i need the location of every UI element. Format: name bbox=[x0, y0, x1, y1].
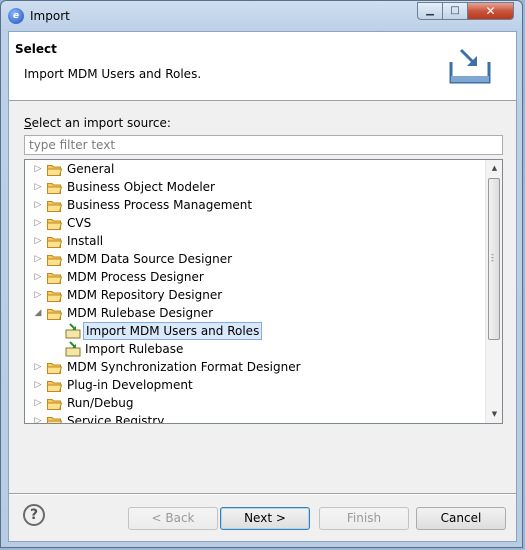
tree-category-row[interactable]: ▷ Business Object Modeler bbox=[25, 178, 485, 196]
tree-item-label: MDM Process Designer bbox=[67, 270, 204, 284]
tree-item-label: Business Object Modeler bbox=[67, 180, 215, 194]
window-title: Import bbox=[30, 9, 70, 23]
folder-icon bbox=[47, 361, 63, 374]
back-button[interactable]: < Back bbox=[128, 507, 218, 530]
next-button[interactable]: Next > bbox=[220, 507, 310, 530]
filter-input[interactable] bbox=[24, 135, 503, 155]
import-source-label: Select an import source: bbox=[24, 116, 171, 130]
tree-rows: ▷ General ▷ Business Object Modeler ▷ Busines… bbox=[25, 160, 485, 424]
import-source-tree[interactable]: ▷ General ▷ Business Object Modeler ▷ Busines… bbox=[24, 159, 503, 424]
scrollbar-thumb[interactable]: --- bbox=[488, 178, 500, 340]
tree-vertical-scrollbar[interactable]: ▲ --- ▼ bbox=[485, 160, 502, 423]
page-title: Select bbox=[15, 42, 57, 56]
tree-category-row[interactable]: ▷ MDM Synchronization Format Designer bbox=[25, 358, 485, 376]
collapsed-arrow-icon[interactable]: ▷ bbox=[33, 286, 43, 304]
folder-icon bbox=[47, 415, 63, 423]
collapsed-arrow-icon[interactable]: ▷ bbox=[33, 358, 43, 376]
title-bar[interactable]: e Import ▁ □ ✕ bbox=[1, 1, 524, 31]
folder-icon bbox=[47, 181, 63, 194]
scroll-up-arrow-icon[interactable]: ▲ bbox=[486, 160, 502, 177]
page-description: Import MDM Users and Roles. bbox=[24, 67, 202, 81]
import-wizard-icon bbox=[65, 341, 81, 357]
tree-item-label: Plug-in Development bbox=[67, 378, 193, 392]
folder-icon bbox=[47, 217, 63, 230]
help-button[interactable]: ? bbox=[23, 504, 45, 526]
folder-icon bbox=[47, 307, 63, 320]
scrollbar-grip-icon: --- bbox=[491, 250, 494, 265]
collapsed-arrow-icon[interactable]: ▷ bbox=[33, 412, 43, 423]
scroll-down-arrow-icon[interactable]: ▼ bbox=[486, 406, 502, 423]
collapsed-arrow-icon[interactable]: ▷ bbox=[33, 268, 43, 286]
tree-category-row[interactable]: ▷ MDM Process Designer bbox=[25, 268, 485, 286]
collapsed-arrow-icon[interactable]: ▷ bbox=[33, 232, 43, 250]
close-button[interactable]: ✕ bbox=[467, 2, 514, 20]
collapsed-arrow-icon[interactable]: ▷ bbox=[33, 178, 43, 196]
tree-item-label: MDM Rulebase Designer bbox=[67, 306, 214, 320]
folder-icon bbox=[47, 397, 63, 410]
tree-category-row[interactable]: ▷ CVS bbox=[25, 214, 485, 232]
folder-icon bbox=[47, 235, 63, 248]
tree-category-row[interactable]: ▷ Install bbox=[25, 232, 485, 250]
tree-category-row[interactable]: ▷ MDM Repository Designer bbox=[25, 286, 485, 304]
import-banner-icon bbox=[449, 48, 491, 84]
wizard-header: Select Import MDM Users and Roles. bbox=[9, 32, 516, 101]
tree-item-label: MDM Synchronization Format Designer bbox=[67, 360, 301, 374]
tree-item-label: Import MDM Users and Roles bbox=[83, 322, 263, 340]
tree-category-row[interactable]: ◢ MDM Rulebase Designer bbox=[25, 304, 485, 322]
tree-category-row[interactable]: ▷ MDM Data Source Designer bbox=[25, 250, 485, 268]
tree-wizard-row[interactable]: Import Rulebase bbox=[25, 340, 485, 358]
tree-item-label: MDM Data Source Designer bbox=[67, 252, 233, 266]
folder-icon bbox=[47, 271, 63, 284]
footer-divider bbox=[9, 493, 516, 495]
collapsed-arrow-icon[interactable]: ▷ bbox=[33, 214, 43, 232]
dialog-client-area: Select Import MDM Users and Roles. Selec… bbox=[8, 31, 517, 542]
expanded-arrow-icon[interactable]: ◢ bbox=[33, 304, 43, 322]
tree-item-label: General bbox=[67, 162, 115, 176]
folder-icon bbox=[47, 199, 63, 212]
folder-icon bbox=[47, 163, 63, 176]
tree-item-label: Install bbox=[67, 234, 104, 248]
tree-category-row[interactable]: ▷ Service Registry bbox=[25, 412, 485, 424]
tree-item-label: Import Rulebase bbox=[85, 342, 184, 356]
collapsed-arrow-icon[interactable]: ▷ bbox=[33, 160, 43, 178]
tree-item-label: Service Registry bbox=[67, 414, 165, 424]
minimize-button[interactable]: ▁ bbox=[417, 2, 443, 20]
tree-item-label: CVS bbox=[67, 216, 92, 230]
maximize-button[interactable]: □ bbox=[442, 2, 468, 20]
mnemonic-char: S bbox=[24, 116, 32, 130]
folder-icon bbox=[47, 379, 63, 392]
folder-icon bbox=[47, 289, 63, 302]
tree-item-label: Run/Debug bbox=[67, 396, 134, 410]
tree-item-label: Business Process Management bbox=[67, 198, 253, 212]
cancel-button[interactable]: Cancel bbox=[416, 507, 506, 530]
collapsed-arrow-icon[interactable]: ▷ bbox=[33, 394, 43, 412]
folder-icon bbox=[47, 253, 63, 266]
import-wizard-icon bbox=[65, 323, 81, 339]
tree-category-row[interactable]: ▷ Plug-in Development bbox=[25, 376, 485, 394]
import-dialog-window: e Import ▁ □ ✕ Select Import MDM Users a… bbox=[0, 0, 523, 548]
tree-item-label: MDM Repository Designer bbox=[67, 288, 223, 302]
app-icon: e bbox=[8, 8, 24, 24]
collapsed-arrow-icon[interactable]: ▷ bbox=[33, 250, 43, 268]
import-source-label-text: elect an import source: bbox=[31, 116, 171, 130]
tree-category-row[interactable]: ▷ General bbox=[25, 160, 485, 178]
tree-category-row[interactable]: ▷ Business Process Management bbox=[25, 196, 485, 214]
collapsed-arrow-icon[interactable]: ▷ bbox=[33, 196, 43, 214]
tree-wizard-row[interactable]: Import MDM Users and Roles bbox=[25, 322, 485, 340]
finish-button[interactable]: Finish bbox=[319, 507, 409, 530]
tree-category-row[interactable]: ▷ Run/Debug bbox=[25, 394, 485, 412]
collapsed-arrow-icon[interactable]: ▷ bbox=[33, 376, 43, 394]
